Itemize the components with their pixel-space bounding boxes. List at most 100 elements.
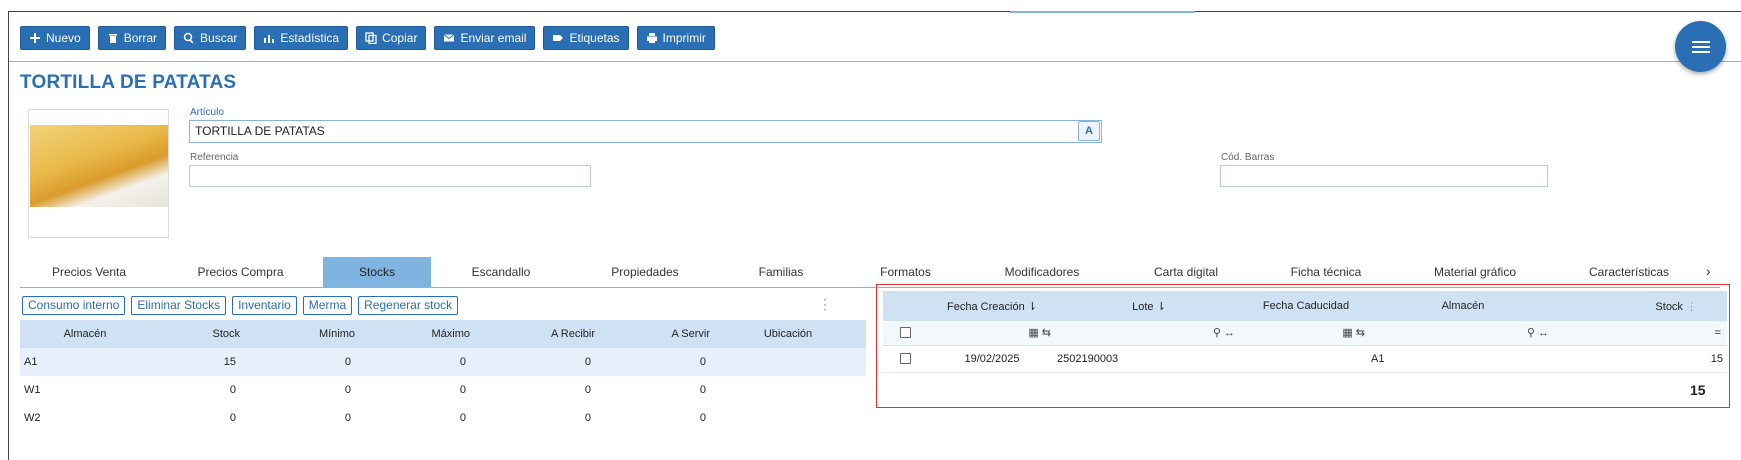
table-row[interactable]: W2 0 0 0 0 0 [20,404,866,432]
row-checkbox[interactable] [899,353,911,365]
codbarras-label: Cód. Barras [1221,152,1275,163]
filter-fecha-caducidad[interactable]: ▦ ⇆ [1241,321,1371,346]
calendar-icon[interactable]: ▦ [1342,326,1352,339]
col-almacen[interactable]: Almacén [1371,291,1555,321]
consumo-interno-button[interactable]: Consumo interno [22,296,126,315]
col-a-servir[interactable]: A Servir [595,320,710,348]
cell: 0 [344,412,351,424]
buscar-label: Buscar [200,31,238,45]
filter-fecha-creacion[interactable]: ▦ ⇆ [927,321,1057,346]
bar-chart-icon [264,35,275,43]
chevron-right-icon[interactable]: › [1706,263,1711,279]
more-vertical-icon[interactable]: ⋮ [1686,301,1697,313]
printer-icon [646,33,657,43]
cell: 0 [699,384,706,396]
cell: A1 [20,348,150,376]
tab-stocks[interactable]: Stocks [323,257,431,287]
page-title: TORTILLA DE PATATAS [20,72,237,93]
filter-stock[interactable]: = [1555,321,1727,346]
borrar-button[interactable]: Borrar [97,26,167,50]
table-row[interactable]: W1 0 0 0 0 0 [20,376,866,404]
range-icon[interactable]: ↔ [1538,327,1549,339]
tortilla-photo [30,125,168,207]
cell: 19/02/2025 [927,345,1057,373]
select-all-checkbox[interactable] [899,327,911,339]
product-image[interactable] [28,109,169,238]
tab-propiedades[interactable]: Propiedades [571,257,719,287]
tab-precios-compra[interactable]: Precios Compra [158,257,323,287]
cell: W1 [24,384,41,396]
tab-carta-digital[interactable]: Carta digital [1116,257,1256,287]
translate-icon[interactable]: A [1078,121,1100,141]
range-icon[interactable]: ↔ [1224,327,1235,339]
stock-table: Almacén Stock Mínimo Máximo A Recibir A … [20,320,866,432]
articulo-label: Artículo [190,107,224,118]
col-label: Lote [1132,300,1154,313]
cell: 2502190003 [1057,345,1241,373]
col-fecha-creacion[interactable]: Fecha Creación ⇂ [927,291,1057,321]
search-icon[interactable]: ⚲ [1527,326,1535,339]
col-maximo[interactable]: Máximo [355,320,470,348]
cell: 0 [459,384,466,396]
col-label: Fecha Creación [947,300,1025,313]
etiquetas-button[interactable]: Etiquetas [543,26,629,50]
nuevo-button[interactable]: Nuevo [20,26,90,50]
col-almacen[interactable]: Almacén [20,320,150,348]
cell: 0 [595,348,710,376]
regenerar-stock-button[interactable]: Regenerar stock [358,296,459,315]
cell [710,376,866,404]
copiar-button[interactable]: Copiar [356,26,427,50]
table-row[interactable]: A1 15 0 0 0 0 [20,348,866,376]
col-stock[interactable]: Stock ⋮ [1555,291,1727,321]
tag-icon [553,35,564,41]
sort-icon[interactable]: ⇂ [1157,301,1166,313]
mail-icon [444,34,455,42]
buscar-button[interactable]: Buscar [174,26,247,50]
search-icon[interactable]: ⚲ [1213,326,1221,339]
tab-ficha-tecnica[interactable]: Ficha técnica [1256,257,1396,287]
tab-precios-venta[interactable]: Precios Venta [20,257,158,287]
eliminar-stocks-button[interactable]: Eliminar Stocks [131,296,227,315]
tab-caracteristicas[interactable]: Características [1554,257,1704,287]
cell [1241,345,1371,373]
etiquetas-label: Etiquetas [569,31,620,45]
cell: 0 [584,384,591,396]
tab-familias[interactable]: Familias [719,257,843,287]
col-lote[interactable]: Lote ⇂ [1057,291,1241,321]
menu-fab-button[interactable] [1675,21,1726,72]
cell: 15 [150,348,240,376]
col-ubicacion[interactable]: Ubicación [710,320,866,348]
calendar-icon[interactable]: ▦ [1028,326,1038,339]
more-vertical-icon[interactable]: ⋮ [818,297,832,311]
enviar-email-button[interactable]: Enviar email [434,26,536,50]
filter-toggle-icon[interactable]: ⇆ [1042,326,1051,339]
col-fecha-caducidad[interactable]: Fecha Caducidad [1241,291,1371,321]
imprimir-label: Imprimir [662,31,706,45]
imprimir-button[interactable]: Imprimir [636,26,715,50]
inventario-button[interactable]: Inventario [232,296,297,315]
cell: 0 [344,384,351,396]
filter-almacen[interactable]: ⚲ ↔ [1371,321,1555,346]
select-all-cell [883,321,927,346]
tab-escandallo[interactable]: Escandallo [431,257,571,287]
articulo-field[interactable]: TORTILLA DE PATATAS [189,120,1102,143]
table-row[interactable]: 19/02/2025 2502190003 A1 15 [883,345,1727,373]
select-all-header [883,291,927,321]
tab-formatos[interactable]: Formatos [843,257,968,287]
col-minimo[interactable]: Mínimo [240,320,355,348]
estadistica-button[interactable]: Estadística [254,26,349,50]
tab-bar: Precios Venta Precios Compra Stocks Esca… [20,257,1720,287]
cell: 0 [470,348,595,376]
filter-lote[interactable]: ⚲ ↔ [1057,321,1241,346]
tab-material-grafico[interactable]: Material gráfico [1396,257,1554,287]
cell: 0 [459,412,466,424]
col-a-recibir[interactable]: A Recibir [470,320,595,348]
codbarras-field[interactable] [1220,165,1548,187]
trash-icon [108,34,117,43]
tab-modificadores[interactable]: Modificadores [968,257,1116,287]
filter-toggle-icon[interactable]: ⇆ [1356,326,1365,339]
sort-icon[interactable]: ⇂ [1028,301,1037,313]
merma-button[interactable]: Merma [302,296,353,315]
referencia-field[interactable] [189,165,591,187]
col-stock[interactable]: Stock [150,320,240,348]
